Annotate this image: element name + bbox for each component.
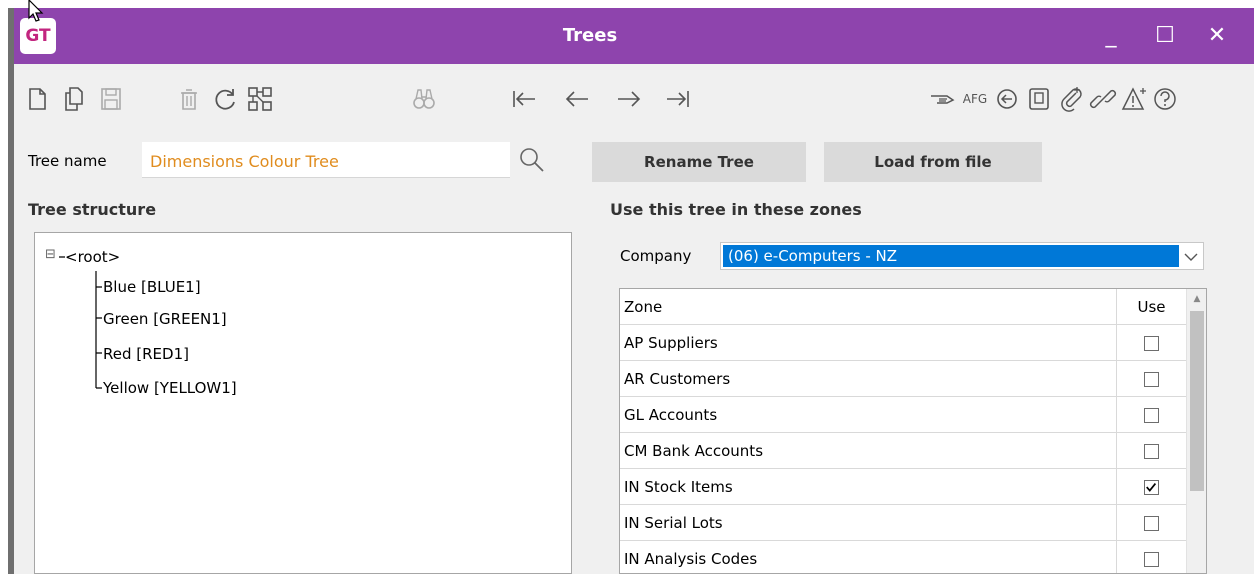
vertical-scrollbar[interactable]: ▲: [1186, 289, 1206, 573]
save-icon[interactable]: [96, 84, 126, 114]
maximize-button[interactable]: ☐: [1151, 22, 1179, 50]
next-record-icon[interactable]: [614, 84, 644, 114]
use-cell: [1117, 325, 1186, 361]
zone-name-cell: AP Suppliers: [620, 325, 1117, 361]
use-cell: [1117, 361, 1186, 397]
close-button[interactable]: ✕: [1203, 22, 1231, 50]
tree-node-root[interactable]: <root>: [65, 248, 120, 266]
tree-structure-icon[interactable]: [245, 84, 275, 114]
load-from-file-button[interactable]: Load from file: [824, 142, 1042, 182]
use-checkbox[interactable]: [1144, 371, 1159, 387]
refresh-icon[interactable]: [210, 84, 240, 114]
use-checkbox[interactable]: [1144, 479, 1159, 495]
zone-name-cell: IN Analysis Codes: [620, 541, 1117, 573]
use-cell: [1117, 469, 1186, 505]
table-row[interactable]: IN Stock Items: [620, 469, 1186, 505]
zone-name-cell: AR Customers: [620, 361, 1117, 397]
table-row[interactable]: AR Customers: [620, 361, 1186, 397]
scroll-thumb[interactable]: [1190, 311, 1204, 491]
tree-node-green[interactable]: Green [GREEN1]: [103, 310, 227, 328]
use-checkbox[interactable]: [1144, 551, 1159, 567]
zone-name-cell: CM Bank Accounts: [620, 433, 1117, 469]
rename-tree-button[interactable]: Rename Tree: [592, 142, 806, 182]
table-row[interactable]: GL Accounts: [620, 397, 1186, 433]
minimize-button[interactable]: _: [1097, 22, 1125, 50]
tree-node-blue[interactable]: Blue [BLUE1]: [103, 278, 201, 296]
use-checkbox[interactable]: [1144, 515, 1159, 531]
use-cell: [1117, 505, 1186, 541]
tree-name-input[interactable]: Dimensions Colour Tree: [142, 142, 510, 178]
table-row[interactable]: IN Analysis Codes: [620, 541, 1186, 573]
attach-icon[interactable]: [1056, 84, 1086, 114]
use-checkbox[interactable]: [1144, 335, 1159, 351]
scroll-up-icon[interactable]: ▲: [1191, 293, 1203, 305]
afg-button[interactable]: AFG: [958, 84, 992, 114]
tree-node-red[interactable]: Red [RED1]: [103, 345, 189, 363]
search-icon[interactable]: [518, 146, 546, 174]
zone-name-cell: GL Accounts: [620, 397, 1117, 433]
previous-record-icon[interactable]: [562, 84, 592, 114]
help-icon[interactable]: [1150, 84, 1180, 114]
use-cell: [1117, 397, 1186, 433]
chevron-down-icon[interactable]: [1183, 249, 1199, 265]
binoculars-icon[interactable]: [409, 84, 439, 114]
window-title: Trees: [562, 25, 618, 46]
zone-name-cell: IN Stock Items: [620, 469, 1117, 505]
tree-name-label: Tree name: [28, 152, 107, 170]
toolbar: AFG: [14, 64, 1254, 144]
title-bar[interactable]: GT Trees _ ☐ ✕: [14, 8, 1254, 64]
table-row[interactable]: IN Serial Lots: [620, 505, 1186, 541]
use-cell: [1117, 541, 1186, 573]
table-header-row: Zone Use: [620, 289, 1186, 325]
use-cell: [1117, 433, 1186, 469]
delete-icon[interactable]: [174, 84, 204, 114]
company-value: (06) e-Computers - NZ: [723, 245, 1179, 267]
last-record-icon[interactable]: [664, 84, 694, 114]
zones-table: Zone Use AP Suppliers AR Customers GL Acco…: [619, 288, 1207, 574]
trees-window: GT Trees _ ☐ ✕ AFG Tree name Dimensions …: [14, 8, 1254, 574]
link-icon[interactable]: [1088, 84, 1118, 114]
tree-structure-panel[interactable]: ⊟ <root> Blue [BLUE1] Green [GREEN1] Red…: [34, 232, 572, 574]
zones-title: Use this tree in these zones: [610, 200, 862, 219]
tree-collapse-icon[interactable]: ⊟: [45, 247, 56, 262]
new-document-icon[interactable]: [22, 84, 52, 114]
copy-document-icon[interactable]: [59, 84, 89, 114]
zone-name-cell: IN Serial Lots: [620, 505, 1117, 541]
column-header-zone[interactable]: Zone: [620, 289, 1117, 325]
clipboard-icon[interactable]: [1024, 84, 1054, 114]
mouse-cursor-icon: [28, 0, 44, 22]
use-checkbox[interactable]: [1144, 407, 1159, 423]
first-record-icon[interactable]: [508, 84, 538, 114]
pointer-hand-icon[interactable]: [928, 84, 958, 114]
company-label: Company: [620, 247, 692, 265]
company-select[interactable]: (06) e-Computers - NZ: [720, 242, 1204, 270]
back-circle-icon[interactable]: [992, 84, 1022, 114]
column-header-use[interactable]: Use: [1117, 289, 1186, 325]
table-row[interactable]: AP Suppliers: [620, 325, 1186, 361]
tree-node-yellow[interactable]: Yellow [YELLOW1]: [103, 379, 237, 397]
alert-icon[interactable]: [1120, 84, 1150, 114]
tree-structure-title: Tree structure: [28, 200, 157, 219]
checkmark-icon: [1146, 482, 1157, 492]
table-row[interactable]: CM Bank Accounts: [620, 433, 1186, 469]
use-checkbox[interactable]: [1144, 443, 1159, 459]
